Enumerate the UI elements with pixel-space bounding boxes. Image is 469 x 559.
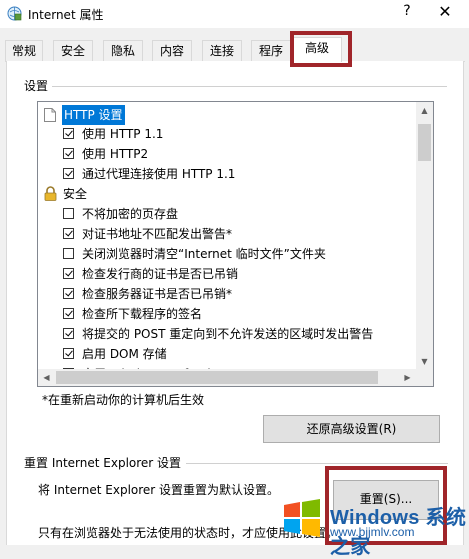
restore-advanced-settings-button[interactable]: 还原高级设置(R) [263, 415, 440, 443]
scroll-down-icon[interactable]: ▼ [416, 353, 433, 370]
reset-group-label: 重置 Internet Explorer 设置 [24, 454, 186, 471]
list-item-label: 不将加密的页存盘 [82, 207, 179, 221]
tab-security[interactable]: 安全 [53, 40, 93, 61]
page-icon [44, 108, 56, 122]
checkbox[interactable] [63, 348, 74, 359]
tab-connections[interactable]: 连接 [202, 40, 242, 61]
list-item-label: 使用 HTTP 1.1 [82, 127, 164, 141]
list-item-label: 检查所下载程序的签名 [82, 307, 203, 321]
list-item-label: 启用 DOM 存储 [82, 347, 167, 361]
reset-description: 将 Internet Explorer 设置重置为默认设置。 [38, 483, 280, 497]
tab-programs[interactable]: 程序 [251, 40, 291, 61]
checkbox[interactable] [63, 288, 74, 299]
internet-options-icon [7, 6, 22, 21]
settings-group-line [50, 86, 447, 87]
checkbox[interactable] [63, 148, 74, 159]
restart-note: *在重新启动你的计算机后生效 [42, 393, 205, 407]
tab-strip: 常规 安全 隐私 内容 连接 程序 高级 [5, 37, 465, 62]
watermark: Windows 系统之家 www.bjjmlv.com [276, 493, 469, 558]
checkbox[interactable] [63, 328, 74, 339]
checkbox[interactable] [63, 268, 74, 279]
scroll-left-icon[interactable]: ◀ [38, 369, 55, 386]
close-button[interactable]: ✕ [437, 2, 453, 21]
list-item-label: 对证书地址不匹配发出警告* [82, 227, 233, 241]
lock-icon [44, 186, 57, 201]
watermark-url: www.bjjmlv.com [330, 525, 415, 539]
vertical-scroll-thumb[interactable] [418, 124, 431, 161]
vertical-scrollbar[interactable]: ▲ ▼ [416, 102, 433, 370]
scrollbar-corner [416, 369, 433, 386]
checkbox[interactable] [63, 248, 74, 259]
scroll-up-icon[interactable]: ▲ [416, 102, 433, 119]
reset-group-line [186, 463, 448, 464]
checkbox[interactable] [63, 228, 74, 239]
title-bar: Internet 属性 ? ✕ [0, 0, 469, 28]
list-item-label: 检查发行商的证书是否已吊销 [82, 267, 239, 281]
window-title: Internet 属性 [28, 8, 104, 22]
tab-privacy[interactable]: 隐私 [103, 40, 143, 61]
checkbox[interactable] [63, 168, 74, 179]
help-button[interactable]: ? [400, 3, 414, 19]
tab-general[interactable]: 常规 [5, 40, 43, 61]
checkbox[interactable] [63, 308, 74, 319]
tab-advanced[interactable]: 高级 [292, 37, 342, 62]
list-item-label: 将提交的 POST 重定向到不允许发送的区域时发出警告 [82, 327, 374, 341]
list-item-label: 使用 HTTP2 [82, 147, 149, 161]
settings-group-label: 设置 [24, 77, 53, 94]
list-item-label: HTTP 设置 [62, 105, 125, 125]
list-item-label: 安全 [63, 187, 88, 201]
windows-logo-icon [284, 499, 320, 537]
list-item-label: 通过代理连接使用 HTTP 1.1 [82, 167, 236, 181]
checkbox[interactable] [63, 208, 74, 219]
tab-content[interactable]: 内容 [152, 40, 192, 61]
horizontal-scrollbar[interactable]: ◀ ▶ [38, 369, 416, 386]
list-item-label: 检查服务器证书是否已吊销* [82, 287, 233, 301]
list-item-label: 关闭浏览器时清空“Internet 临时文件”文件夹 [82, 247, 326, 261]
checkbox[interactable] [63, 128, 74, 139]
settings-list[interactable]: HTTP 设置 使用 HTTP 1.1 使用 HTTP2 通过代理连接使用 HT… [37, 101, 434, 387]
scroll-right-icon[interactable]: ▶ [399, 369, 416, 386]
horizontal-scroll-thumb[interactable] [56, 371, 378, 384]
